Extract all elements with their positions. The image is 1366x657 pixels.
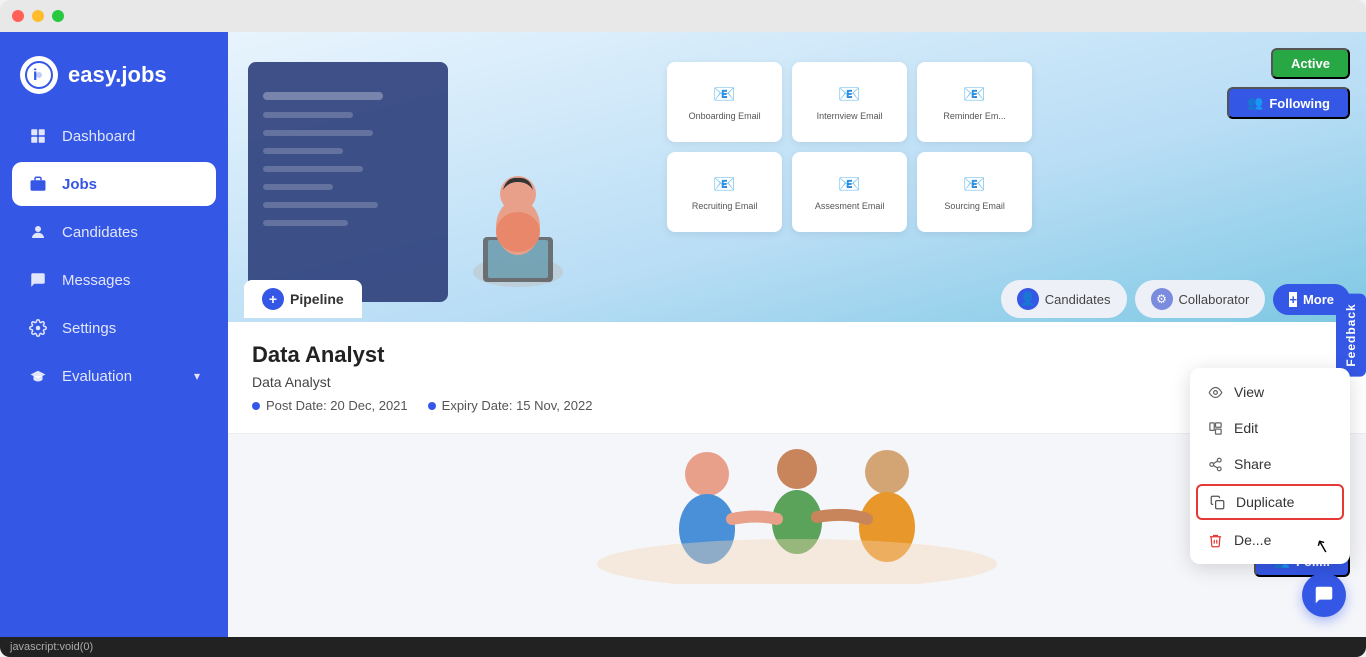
expiry-date-dot (428, 402, 436, 410)
dropdown-view[interactable]: View (1190, 374, 1350, 410)
status-bar-text: javascript:void(0) (10, 641, 93, 653)
post-date: Post Date: 20 Dec, 2021 (252, 398, 408, 413)
close-button[interactable] (12, 10, 24, 22)
banner-tabs-right: 👤 Candidates ⚙ Collaborator + More (1001, 280, 1350, 318)
sidebar-nav: Dashboard Jobs Candidates (0, 114, 228, 398)
maximize-button[interactable] (52, 10, 64, 22)
job-subtitle: Data Analyst (252, 374, 1342, 390)
feedback-tab-right[interactable]: Feedback (1336, 293, 1366, 376)
candidates-icon (28, 222, 48, 242)
following-icon: 👥 (1247, 95, 1263, 111)
dashboard-label: Dashboard (62, 128, 135, 145)
more-plus-icon: + (1289, 292, 1297, 307)
settings-icon (28, 318, 48, 338)
reminder-email-card: 📧 Reminder Em... (917, 62, 1032, 142)
status-bar: javascript:void(0) (0, 637, 1366, 657)
dropdown-edit[interactable]: Edit (1190, 410, 1350, 446)
following-status-badge[interactable]: 👥 Following (1227, 87, 1350, 119)
jobs-label: Jobs (62, 176, 97, 193)
view-icon (1206, 385, 1224, 400)
sidebar-item-dashboard[interactable]: Dashboard (12, 114, 216, 158)
sidebar-item-candidates[interactable]: Candidates (12, 210, 216, 254)
sidebar-item-settings[interactable]: Settings (12, 306, 216, 350)
dropdown-share[interactable]: Share (1190, 446, 1350, 482)
share-icon (1206, 457, 1224, 472)
candidates-tab[interactable]: 👤 Candidates (1001, 280, 1127, 318)
recruiting-email-card: 📧 Recruiting Email (667, 152, 782, 232)
status-area: Active 👥 Following (1227, 48, 1350, 119)
dashboard-icon (28, 126, 48, 146)
edit-icon (1206, 421, 1224, 436)
sourcing-email-card: 📧 Sourcing Email (917, 152, 1032, 232)
sidebar-item-jobs[interactable]: Jobs (12, 162, 216, 206)
assessment-email-card: 📧 Assesment Email (792, 152, 907, 232)
dropdown-duplicate[interactable]: Duplicate (1196, 484, 1344, 520)
pipeline-plus-icon: + (262, 288, 284, 310)
minimize-button[interactable] (32, 10, 44, 22)
duplicate-icon (1208, 495, 1226, 510)
messages-icon (28, 270, 48, 290)
settings-label: Settings (62, 320, 116, 337)
collaborator-tab[interactable]: ⚙ Collaborator (1135, 280, 1266, 318)
title-bar (0, 0, 1366, 32)
feedback-container: Feedback (1336, 293, 1366, 376)
logo-icon: i (20, 56, 58, 94)
onboarding-email-card: 📧 Onboarding Email (667, 62, 782, 142)
pipeline-tab[interactable]: + Pipeline (244, 280, 362, 318)
job-meta: Post Date: 20 Dec, 2021 Expiry Date: 15 … (252, 398, 1342, 413)
evaluation-label: Evaluation (62, 368, 132, 385)
chat-button[interactable] (1302, 573, 1346, 617)
post-date-dot (252, 402, 260, 410)
collaborator-tab-icon: ⚙ (1151, 288, 1173, 310)
delete-icon (1206, 533, 1224, 548)
candidates-label: Candidates (62, 224, 138, 241)
logo[interactable]: i easy.jobs (0, 42, 228, 114)
banner-area: 📧 Onboarding Email 📧 Internview Email 📧 … (228, 32, 1366, 322)
messages-label: Messages (62, 272, 130, 289)
main-content: 📧 Onboarding Email 📧 Internview Email 📧 … (228, 32, 1366, 637)
sidebar-item-evaluation[interactable]: Evaluation ▾ (12, 354, 216, 398)
email-cards-grid: 📧 Onboarding Email 📧 Internview Email 📧 … (667, 62, 1032, 232)
active-status-badge[interactable]: Active (1271, 48, 1350, 79)
dropdown-menu: View Edit Share (1190, 368, 1350, 564)
evaluation-chevron-icon: ▾ (194, 369, 200, 383)
sidebar-item-messages[interactable]: Messages (12, 258, 216, 302)
jobs-icon (28, 174, 48, 194)
job-title: Data Analyst (252, 342, 1342, 368)
evaluation-icon (28, 366, 48, 386)
sidebar: i easy.jobs Dashboard Jobs (0, 32, 228, 637)
banner-tabs: + Pipeline 👤 Candidates ⚙ Collaborator (228, 276, 1366, 322)
expiry-date: Expiry Date: 15 Nov, 2022 (428, 398, 593, 413)
candidates-tab-icon: 👤 (1017, 288, 1039, 310)
interview-email-card: 📧 Internview Email (792, 62, 907, 142)
